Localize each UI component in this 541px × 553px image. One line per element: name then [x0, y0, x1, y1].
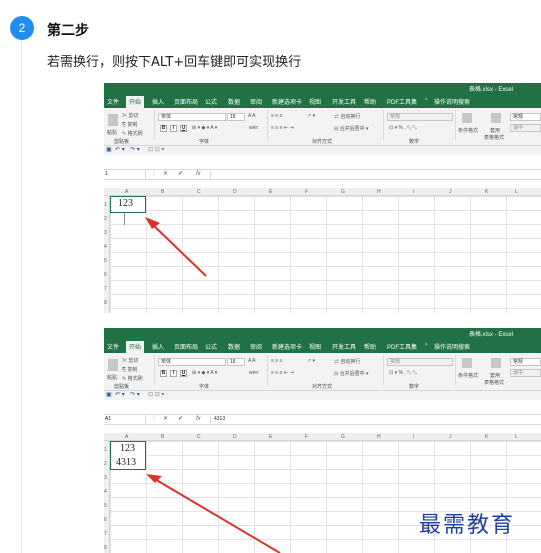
- step-title: 第二步: [47, 23, 89, 39]
- excel-screenshot-1: 表格.xlsx - Excel 文件 开始 插入 页面布局 公式 数据 审阅 新…: [104, 83, 541, 313]
- arrow-shaft: [152, 477, 281, 553]
- arrow-head: [145, 217, 160, 229]
- annotation-arrow: [145, 217, 207, 277]
- arrow-shaft: [150, 222, 207, 277]
- step-description: 若需换行，则按下ALT+回车键即可实现换行: [47, 55, 302, 70]
- timeline-line: [21, 40, 22, 553]
- step-number-badge: 2: [10, 16, 34, 40]
- watermark-logo: 最需教育: [419, 513, 516, 538]
